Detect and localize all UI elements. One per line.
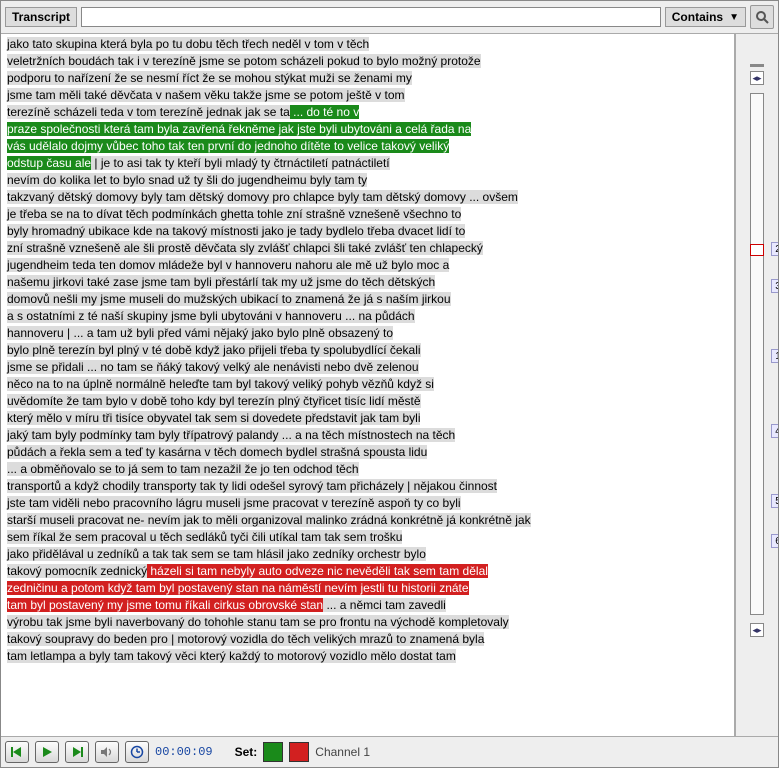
transcript-segment[interactable]: byly hromadný ubikace kde na takový míst… xyxy=(7,224,465,238)
prev-icon xyxy=(11,746,23,758)
transcript-segment[interactable]: půdách a řekla sem a teď ty kasárna v tě… xyxy=(7,445,427,459)
transcript-segment[interactable]: praze společnosti která tam byla zavřená… xyxy=(7,122,471,136)
transcript-segment[interactable]: tam byl postavený my jsme tomu říkali ci… xyxy=(7,598,323,612)
transcript-segment[interactable]: a s ostatními z té naší skupiny jsme byl… xyxy=(7,309,415,323)
transcript-segment[interactable]: tam letlampa a byly tam takový věci kter… xyxy=(7,649,456,663)
timeline-marker-3[interactable]: 3 xyxy=(771,279,778,293)
transcript-segment[interactable]: něco na to na úplně normálně heleďte tam… xyxy=(7,377,434,391)
transcript-segment[interactable]: ... a obměňovalo se to já sem to tam nez… xyxy=(7,462,359,476)
time-display: 00:00:09 xyxy=(155,745,213,759)
timeline-marker-1[interactable]: 1 xyxy=(771,349,778,363)
expand-icon[interactable]: ◂▸ xyxy=(750,623,764,637)
match-mode-dropdown[interactable]: Contains ▼ xyxy=(665,7,746,27)
transcript-segment[interactable]: který mělo v míru tři tisíce obyvatel ta… xyxy=(7,411,420,425)
transcript-segment[interactable]: podporu to nařízení že se nesmí říct že … xyxy=(7,71,412,85)
set-label: Set: xyxy=(235,745,258,759)
timeline-sidebar: ◂▸ 2 3 1 4 5 6 ◂▸ xyxy=(735,34,778,736)
transcript-segment[interactable]: veletržních boudách tak i v terezíně jsm… xyxy=(7,54,481,68)
timeline-marker-4[interactable]: 4 xyxy=(771,424,778,438)
transcript-segment[interactable]: domovů nešli my jsme museli do mužských … xyxy=(7,292,451,306)
transcript-segment[interactable]: zní strašně vznešeně ale šli prostě děvč… xyxy=(7,241,483,255)
transcript-segment[interactable]: zedničinu a potom když tam byl postavený… xyxy=(7,581,469,595)
transcript-segment[interactable]: hannoveru | ... a tam už byli před vámi … xyxy=(7,326,393,340)
clock-icon xyxy=(130,745,144,759)
chevron-down-icon: ▼ xyxy=(729,12,739,23)
search-button[interactable] xyxy=(750,5,774,29)
transcript-segment[interactable]: transportů a když chodily transporty tak… xyxy=(7,479,497,493)
overview-icon xyxy=(750,64,764,67)
magnifier-icon xyxy=(755,10,769,24)
transcript-segment[interactable]: jste tam viděli nebo pracovního lágru mu… xyxy=(7,496,461,510)
set-red-swatch[interactable] xyxy=(289,742,309,762)
play-button[interactable] xyxy=(35,741,59,763)
transcript-segment[interactable]: jsme se přidali ... no tam se ňáký takov… xyxy=(7,360,419,374)
timeline-marker-5[interactable]: 5 xyxy=(771,494,778,508)
volume-button[interactable] xyxy=(95,741,119,763)
app-window: Transcript Contains ▼ jako tato skupina … xyxy=(0,0,779,768)
transcript-segment[interactable]: bylo plně terezín byl plný v té době kdy… xyxy=(7,343,421,357)
transcript-segment[interactable]: házeli si tam nebyly auto odveze nic nev… xyxy=(147,564,488,578)
transcript-segment[interactable]: je třeba se na to dívat těch podmínkách … xyxy=(7,207,461,221)
transcript-segment[interactable]: takzvaný dětský domovy byly tam dětský d… xyxy=(7,190,518,204)
channel-label: Channel 1 xyxy=(315,745,370,759)
transcript-segment[interactable]: jsme tam měli také děvčata v našem věku … xyxy=(7,88,405,102)
transcript-segment[interactable]: terezíně scházeli teda v tom terezíně je… xyxy=(7,105,290,119)
collapse-icon[interactable]: ◂▸ xyxy=(750,71,764,85)
transcript-segment[interactable]: takový pomocník zednický xyxy=(7,564,147,578)
transcript-segment[interactable]: vás udělalo dojmy vůbec toho tak ten prv… xyxy=(7,139,449,153)
transcript-segment[interactable]: sem říkal že sem pracoval u těch sedláků… xyxy=(7,530,402,544)
transcript-label: Transcript xyxy=(5,7,77,27)
transcript-segment[interactable]: výrobu tak jsme byli naverbovaný do toho… xyxy=(7,615,509,629)
next-button[interactable] xyxy=(65,741,89,763)
dropdown-value: Contains xyxy=(672,10,723,24)
transcript-pane[interactable]: jako tato skupina která byla po tu dobu … xyxy=(1,34,735,736)
transcript-segment[interactable]: ... do té no v xyxy=(290,105,359,119)
transcript-segment[interactable]: uvědomíte že tam bylo v době toho kdy by… xyxy=(7,394,421,408)
play-icon xyxy=(41,746,53,758)
prev-button[interactable] xyxy=(5,741,29,763)
speaker-icon xyxy=(100,746,114,758)
clock-button[interactable] xyxy=(125,741,149,763)
next-icon xyxy=(71,746,83,758)
main-body: jako tato skupina která byla po tu dobu … xyxy=(1,34,778,736)
timeline-marker-2[interactable]: 2 xyxy=(771,242,778,256)
transcript-segment[interactable]: | je to asi tak ty kteří byli mladý ty č… xyxy=(91,156,390,170)
search-input[interactable] xyxy=(81,7,661,27)
top-toolbar: Transcript Contains ▼ xyxy=(1,1,778,34)
transcript-segment[interactable]: takový soupravy do beden pro | motorový … xyxy=(7,632,484,646)
transcript-segment[interactable]: odstup času ale xyxy=(7,156,91,170)
timeline-cursor[interactable] xyxy=(750,244,764,256)
transcript-segment[interactable]: starší museli pracovat ne- nevím jak to … xyxy=(7,513,531,527)
timeline-marker-6[interactable]: 6 xyxy=(771,534,778,548)
transcript-segment[interactable]: jugendheim teda ten domov mládeže byl v … xyxy=(7,258,449,272)
transcript-segment[interactable]: jako tato skupina která byla po tu dobu … xyxy=(7,37,369,51)
transcript-segment[interactable]: nevím do kolika let to bylo snad už ty š… xyxy=(7,173,367,187)
transcript-segment[interactable]: jaký tam byly podmínky tam byly třípatro… xyxy=(7,428,455,442)
transcript-segment[interactable]: jako přidělával u zedníků a tak tak sem … xyxy=(7,547,426,561)
set-green-swatch[interactable] xyxy=(263,742,283,762)
transcript-segment[interactable]: ... a němci tam zavedli xyxy=(323,598,446,612)
transcript-segment[interactable]: našemu jirkovi také zase jsme tam byli p… xyxy=(7,275,435,289)
bottom-toolbar: 00:00:09 Set: Channel 1 xyxy=(1,736,778,767)
timeline-track[interactable]: 2 3 1 4 5 6 xyxy=(750,93,764,615)
